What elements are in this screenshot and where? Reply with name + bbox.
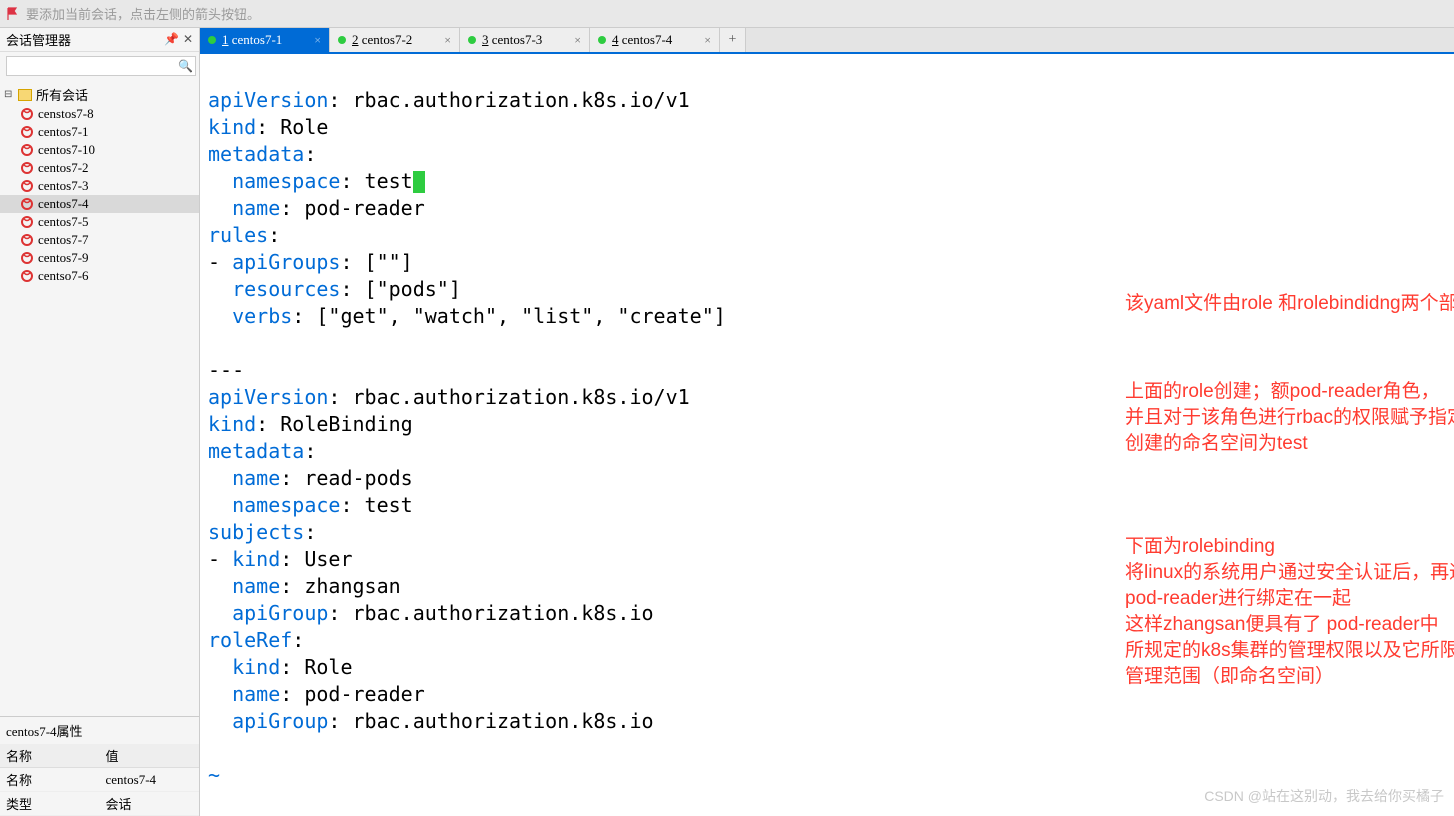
properties-panel: centos7-4属性 名称 值 名称centos7-4类型会话 bbox=[0, 716, 199, 816]
session-icon bbox=[20, 269, 34, 283]
tab[interactable]: 3 centos7-3× bbox=[460, 28, 590, 52]
flag-icon bbox=[6, 7, 20, 21]
annotation-1: 该yaml文件由role 和rolebindidng两个部分组成 bbox=[1125, 291, 1454, 317]
session-icon bbox=[20, 179, 34, 193]
session-item[interactable]: centos7-5 bbox=[0, 213, 199, 231]
session-label: centos7-2 bbox=[38, 160, 89, 176]
session-item[interactable]: centos7-3 bbox=[0, 177, 199, 195]
prop-value: 会话 bbox=[100, 792, 200, 816]
prop-value: centos7-4 bbox=[100, 768, 200, 792]
close-icon[interactable]: ✕ bbox=[183, 32, 193, 47]
top-hint-bar: 要添加当前会话，点击左侧的箭头按钮。 bbox=[0, 0, 1454, 28]
status-dot-icon bbox=[598, 36, 606, 44]
status-dot-icon bbox=[208, 36, 216, 44]
tab-bar: 1 centos7-1×2 centos7-2×3 centos7-3×4 ce… bbox=[200, 28, 1454, 54]
session-icon bbox=[20, 197, 34, 211]
cursor-block bbox=[413, 171, 425, 193]
status-dot-icon bbox=[338, 36, 346, 44]
prop-header-name: 名称 bbox=[0, 744, 100, 768]
terminal-editor[interactable]: apiVersion: rbac.authorization.k8s.io/v1… bbox=[200, 54, 1454, 816]
session-item[interactable]: centos7-9 bbox=[0, 249, 199, 267]
session-item[interactable]: centos7-4 bbox=[0, 195, 199, 213]
collapse-icon[interactable]: ⊟ bbox=[4, 89, 14, 100]
session-label: centos7-3 bbox=[38, 178, 89, 194]
session-icon bbox=[20, 161, 34, 175]
session-icon bbox=[20, 107, 34, 121]
pin-icon[interactable]: 📌 bbox=[164, 32, 179, 47]
tab-close-icon[interactable]: × bbox=[704, 33, 711, 48]
prop-header-value: 值 bbox=[100, 744, 200, 768]
session-icon bbox=[20, 215, 34, 229]
property-row: 名称centos7-4 bbox=[0, 768, 199, 792]
session-item[interactable]: centos7-2 bbox=[0, 159, 199, 177]
prop-key: 名称 bbox=[0, 768, 100, 792]
prop-key: 类型 bbox=[0, 792, 100, 816]
session-item[interactable]: centos7-10 bbox=[0, 141, 199, 159]
session-label: centos7-10 bbox=[38, 142, 95, 158]
session-label: centos7-5 bbox=[38, 214, 89, 230]
top-hint-text: 要添加当前会话，点击左侧的箭头按钮。 bbox=[26, 4, 260, 23]
tab-add-button[interactable]: + bbox=[720, 28, 746, 52]
session-icon bbox=[20, 251, 34, 265]
watermark-text: CSDN @站在这别动，我去给你买橘子 bbox=[1204, 783, 1444, 810]
tab-close-icon[interactable]: × bbox=[574, 33, 581, 48]
session-item[interactable]: censtos7-8 bbox=[0, 105, 199, 123]
tab-close-icon[interactable]: × bbox=[444, 33, 451, 48]
folder-icon bbox=[18, 89, 32, 101]
property-row: 类型会话 bbox=[0, 792, 199, 816]
session-icon bbox=[20, 143, 34, 157]
status-dot-icon bbox=[468, 36, 476, 44]
tab[interactable]: 2 centos7-2× bbox=[330, 28, 460, 52]
session-label: censtos7-8 bbox=[38, 106, 94, 122]
annotation-3: 下面为rolebinding将linux的系统用户通过安全认证后，再通过认证与p… bbox=[1125, 534, 1454, 690]
sidebar-header: 会话管理器 📌 ✕ bbox=[0, 28, 199, 52]
session-item[interactable]: centos7-1 bbox=[0, 123, 199, 141]
tree-root-label: 所有会话 bbox=[36, 85, 88, 104]
session-icon bbox=[20, 125, 34, 139]
search-input[interactable] bbox=[6, 56, 196, 76]
tab-close-icon[interactable]: × bbox=[314, 33, 321, 48]
session-label: centos7-4 bbox=[38, 196, 89, 212]
session-tree: ⊟ 所有会话 censtos7-8 centos7-1 centos7-10 cent… bbox=[0, 80, 199, 716]
tab[interactable]: 1 centos7-1× bbox=[200, 28, 330, 52]
main-area: 1 centos7-1×2 centos7-2×3 centos7-3×4 ce… bbox=[200, 28, 1454, 816]
session-label: centos7-7 bbox=[38, 232, 89, 248]
annotation-2: 上面的role创建；额pod-reader角色，并且对于该角色进行rbac的权限… bbox=[1125, 379, 1454, 457]
sidebar-title: 会话管理器 bbox=[6, 30, 71, 49]
sidebar-search: 🔍 bbox=[0, 52, 199, 80]
tree-root[interactable]: ⊟ 所有会话 bbox=[0, 84, 199, 105]
session-item[interactable]: centos7-7 bbox=[0, 231, 199, 249]
properties-title: centos7-4属性 bbox=[0, 717, 199, 744]
session-sidebar: 会话管理器 📌 ✕ 🔍 ⊟ 所有会话 censtos7-8 centos7-1 ce… bbox=[0, 28, 200, 816]
session-icon bbox=[20, 233, 34, 247]
tab[interactable]: 4 centos7-4× bbox=[590, 28, 720, 52]
session-item[interactable]: centso7-6 bbox=[0, 267, 199, 285]
session-label: centos7-9 bbox=[38, 250, 89, 266]
session-label: centos7-1 bbox=[38, 124, 89, 140]
session-label: centso7-6 bbox=[38, 268, 89, 284]
